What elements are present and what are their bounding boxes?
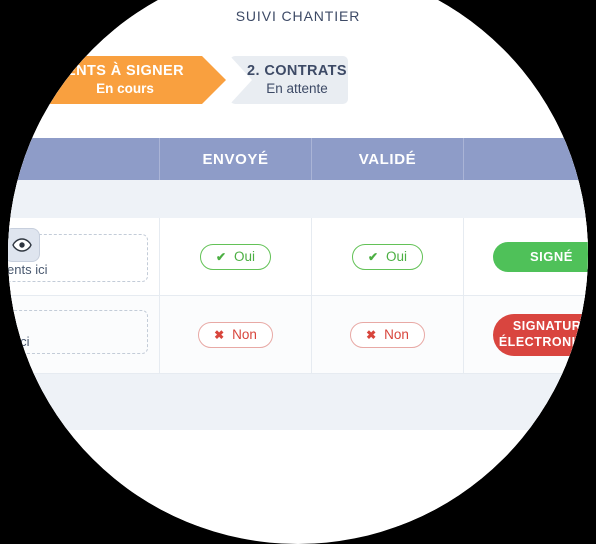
column-header-valide: VALIDÉ [312, 138, 464, 180]
button-label-line2: ÉLECTRONIQUE [498, 334, 588, 349]
eye-icon [12, 238, 32, 252]
step-status: En attente [266, 81, 328, 97]
table-subheader-band [8, 180, 588, 218]
column-header-document [8, 138, 160, 180]
check-icon: ✔ [367, 249, 379, 264]
documents-table: ENVOYÉ VALIDÉ uments ici ✔ Oui ✔ [8, 138, 588, 430]
signature-electronique-button[interactable]: SIGNATURE ÉLECTRONIQUE [492, 313, 588, 356]
valide-cell: ✔ Oui [312, 218, 464, 295]
table-footer-band [8, 374, 588, 430]
cross-icon: ✖ [366, 327, 377, 342]
button-label-line1: SIGNATURE [512, 318, 588, 333]
preview-document-button[interactable] [8, 228, 40, 262]
status-badge-valide: ✖ Non [350, 321, 425, 348]
circular-viewport: SUIVI CHANTIER ENTS À SIGNER En cours 2.… [8, 0, 588, 544]
status-label: Oui [386, 249, 408, 264]
action-cell: SIGNÉ [464, 218, 588, 295]
page-title: SUIVI CHANTIER [235, 8, 361, 24]
status-label: Oui [234, 249, 256, 264]
envoye-cell: ✖ Non [160, 296, 312, 373]
status-label: Non [384, 327, 409, 342]
signe-button[interactable]: SIGNÉ [492, 241, 588, 272]
status-badge-envoye: ✖ Non [198, 321, 273, 348]
cross-icon: ✖ [214, 327, 225, 342]
column-header-envoye: ENVOYÉ [160, 138, 312, 180]
table-header-row: ENVOYÉ VALIDÉ [8, 138, 588, 180]
table-row: uments ici ✔ Oui ✔ Oui SIGNÉ [8, 218, 588, 296]
check-icon: ✔ [215, 249, 227, 264]
envoye-cell: ✔ Oui [160, 218, 312, 295]
table-row: ents ici ✖ Non ✖ Non [8, 296, 588, 374]
step-title: ENTS À SIGNER [66, 63, 184, 80]
column-header-action [464, 138, 588, 180]
status-badge-envoye: ✔ Oui [199, 243, 272, 270]
status-badge-valide: ✔ Oui [351, 243, 424, 270]
valide-cell: ✖ Non [312, 296, 464, 373]
step-contrats[interactable]: 2. CONTRATS En attente [230, 56, 348, 104]
app-canvas: SUIVI CHANTIER ENTS À SIGNER En cours 2.… [8, 0, 588, 526]
step-documents-a-signer[interactable]: ENTS À SIGNER En cours [40, 56, 226, 104]
file-dropzone[interactable]: ents ici [8, 310, 148, 354]
document-cell: ents ici [8, 296, 160, 373]
status-label: Non [232, 327, 257, 342]
step-status: En cours [96, 81, 154, 97]
action-cell: SIGNATURE ÉLECTRONIQUE [464, 296, 588, 373]
step-title: 2. CONTRATS [247, 63, 347, 80]
